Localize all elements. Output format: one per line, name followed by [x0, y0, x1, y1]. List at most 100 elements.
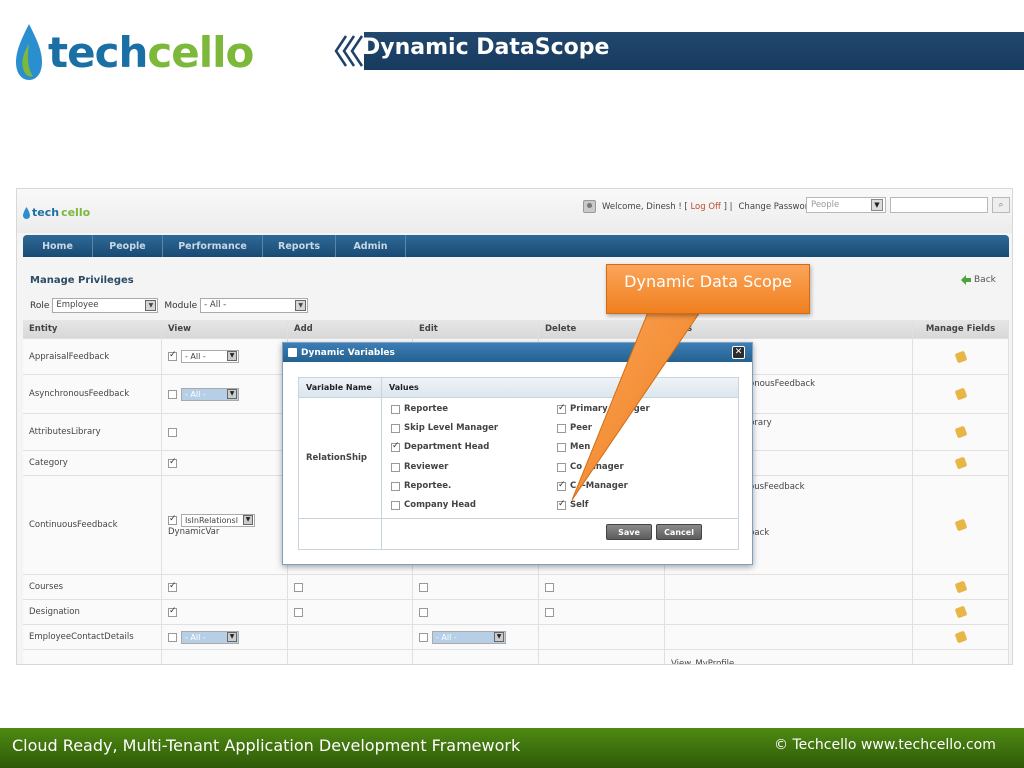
col-variable-name: Variable Name [299, 378, 382, 397]
option-reportee-dot[interactable]: Reportee. [391, 481, 451, 491]
option-co-manager-1[interactable]: Co anager [557, 462, 624, 472]
view-scope-select[interactable]: - All - ▼ [181, 630, 239, 644]
user-icon [583, 200, 596, 213]
view-extra-text: DynamicVar [168, 526, 220, 537]
view-scope-select[interactable]: - All - ▼ [181, 387, 239, 401]
slide-logo: tech cello [14, 20, 254, 84]
checkbox-icon[interactable] [545, 607, 554, 617]
slide-title: Dynamic DataScope [362, 35, 610, 60]
checkbox-icon[interactable] [391, 481, 400, 491]
view-scope-select[interactable]: - All - ▼ [181, 350, 239, 363]
chevron-down-icon: ▼ [871, 199, 883, 211]
entity-cell: AsynchronousFeedback [23, 375, 162, 413]
role-select[interactable]: Employee ▼ [52, 298, 159, 313]
logoff-link[interactable]: Log Off [690, 202, 720, 212]
checkbox-icon[interactable] [391, 462, 400, 472]
entity-cell: AppraisalFeedback [23, 339, 162, 374]
search-scope-select[interactable]: People ▼ [806, 197, 886, 213]
checkbox-icon[interactable] [168, 581, 177, 592]
edit-icon[interactable] [954, 518, 967, 532]
option-company-head[interactable]: Company Head [391, 500, 476, 510]
edit-scope-select[interactable]: - All - ▼ [432, 630, 506, 644]
edit-icon[interactable] [954, 580, 967, 594]
checkbox-icon[interactable] [168, 606, 177, 617]
chevron-down-icon: ▼ [227, 388, 237, 399]
back-button[interactable]: Back [961, 275, 996, 285]
checkbox-icon[interactable] [168, 457, 177, 468]
checkbox-icon[interactable] [557, 480, 566, 491]
option-primary-manager[interactable]: Primaryger [557, 403, 650, 414]
option-peer[interactable]: Peer [557, 423, 592, 433]
edit-icon[interactable] [954, 350, 967, 363]
variable-name: RelationShip [299, 398, 382, 518]
checkbox-icon[interactable] [168, 350, 177, 361]
checkbox-icon[interactable] [557, 442, 566, 452]
save-button[interactable]: Save [606, 524, 652, 540]
option-skip-level-manager[interactable]: Skip Level Manager [391, 423, 498, 433]
col-values: Values [389, 383, 419, 392]
nav-reports[interactable]: Reports [263, 235, 336, 257]
checkbox-icon[interactable] [557, 423, 566, 433]
cancel-button[interactable]: Cancel [656, 524, 702, 540]
dialog-title: Dynamic Variables [301, 347, 395, 358]
option-self[interactable]: Self [557, 499, 589, 510]
edit-icon[interactable] [954, 387, 967, 401]
checkbox-icon[interactable] [557, 499, 566, 510]
app-logo-drop-icon [23, 206, 30, 219]
checkbox-icon[interactable] [557, 462, 566, 472]
table-row: Designation [23, 599, 1009, 624]
nav-home[interactable]: Home [23, 235, 93, 257]
variables-table-header: Variable Name Values [299, 378, 738, 398]
option-mentor[interactable]: Men [557, 442, 590, 452]
checkbox-icon[interactable] [419, 632, 428, 642]
checkbox-icon[interactable] [545, 582, 554, 592]
footer-copyright: © Techcello www.techcello.com [774, 737, 996, 753]
nav-admin[interactable]: Admin [336, 235, 406, 257]
chevron-down-icon: ▼ [227, 631, 237, 642]
module-select[interactable]: - All - ▼ [200, 298, 309, 313]
view-scope-select[interactable]: IsInRelationsl ▼ [181, 513, 255, 527]
close-icon[interactable]: ✕ [732, 346, 745, 359]
option-co-manager-2[interactable]: C-Manager [557, 480, 628, 491]
option-reviewer[interactable]: Reviewer [391, 462, 448, 472]
table-row: Courses [23, 574, 1009, 599]
entity-cell: EmployeeContactDetails [23, 625, 162, 649]
col-entity: Entity [23, 320, 162, 338]
checkbox-icon[interactable] [419, 607, 428, 617]
option-reportee[interactable]: Reportee [391, 404, 448, 414]
change-password-link[interactable]: Change Password [739, 202, 814, 212]
checkbox-icon[interactable] [168, 632, 177, 642]
chevron-double-left-icon [330, 32, 364, 70]
module-label: Module [164, 300, 198, 311]
checkbox-icon[interactable] [557, 403, 566, 414]
checkbox-icon[interactable] [391, 441, 400, 452]
variables-row: RelationShip Reportee Skip Level Manager… [299, 398, 738, 519]
table-row: View_MyProfile [23, 649, 1009, 664]
checkbox-icon[interactable] [168, 389, 177, 399]
col-edit: Edit [413, 320, 539, 338]
checkbox-icon[interactable] [168, 427, 177, 437]
search-input[interactable] [890, 197, 988, 213]
chevron-down-icon: ▼ [494, 631, 504, 642]
search-icon[interactable]: ⌕ [992, 197, 1010, 213]
nav-people[interactable]: People [93, 235, 163, 257]
checkbox-icon[interactable] [391, 423, 400, 433]
checkbox-icon[interactable] [391, 404, 400, 414]
checkbox-icon[interactable] [168, 514, 177, 525]
checkbox-icon[interactable] [294, 607, 303, 617]
back-arrow-icon [961, 275, 971, 285]
slide-footer: Cloud Ready, Multi-Tenant Application De… [0, 728, 1024, 768]
nav-performance[interactable]: Performance [163, 235, 263, 257]
chevron-down-icon: ▼ [227, 351, 237, 361]
edit-icon[interactable] [954, 456, 967, 470]
checkbox-icon[interactable] [419, 582, 428, 592]
checkbox-icon[interactable] [391, 500, 400, 510]
main-nav: Home People Performance Reports Admin [23, 235, 1009, 257]
edit-icon[interactable] [954, 630, 967, 644]
option-department-head[interactable]: Department Head [391, 441, 489, 452]
chevron-down-icon: ▼ [145, 300, 157, 311]
chevron-down-icon: ▼ [295, 300, 307, 311]
edit-icon[interactable] [954, 425, 967, 439]
checkbox-icon[interactable] [294, 582, 303, 592]
edit-icon[interactable] [954, 605, 967, 619]
